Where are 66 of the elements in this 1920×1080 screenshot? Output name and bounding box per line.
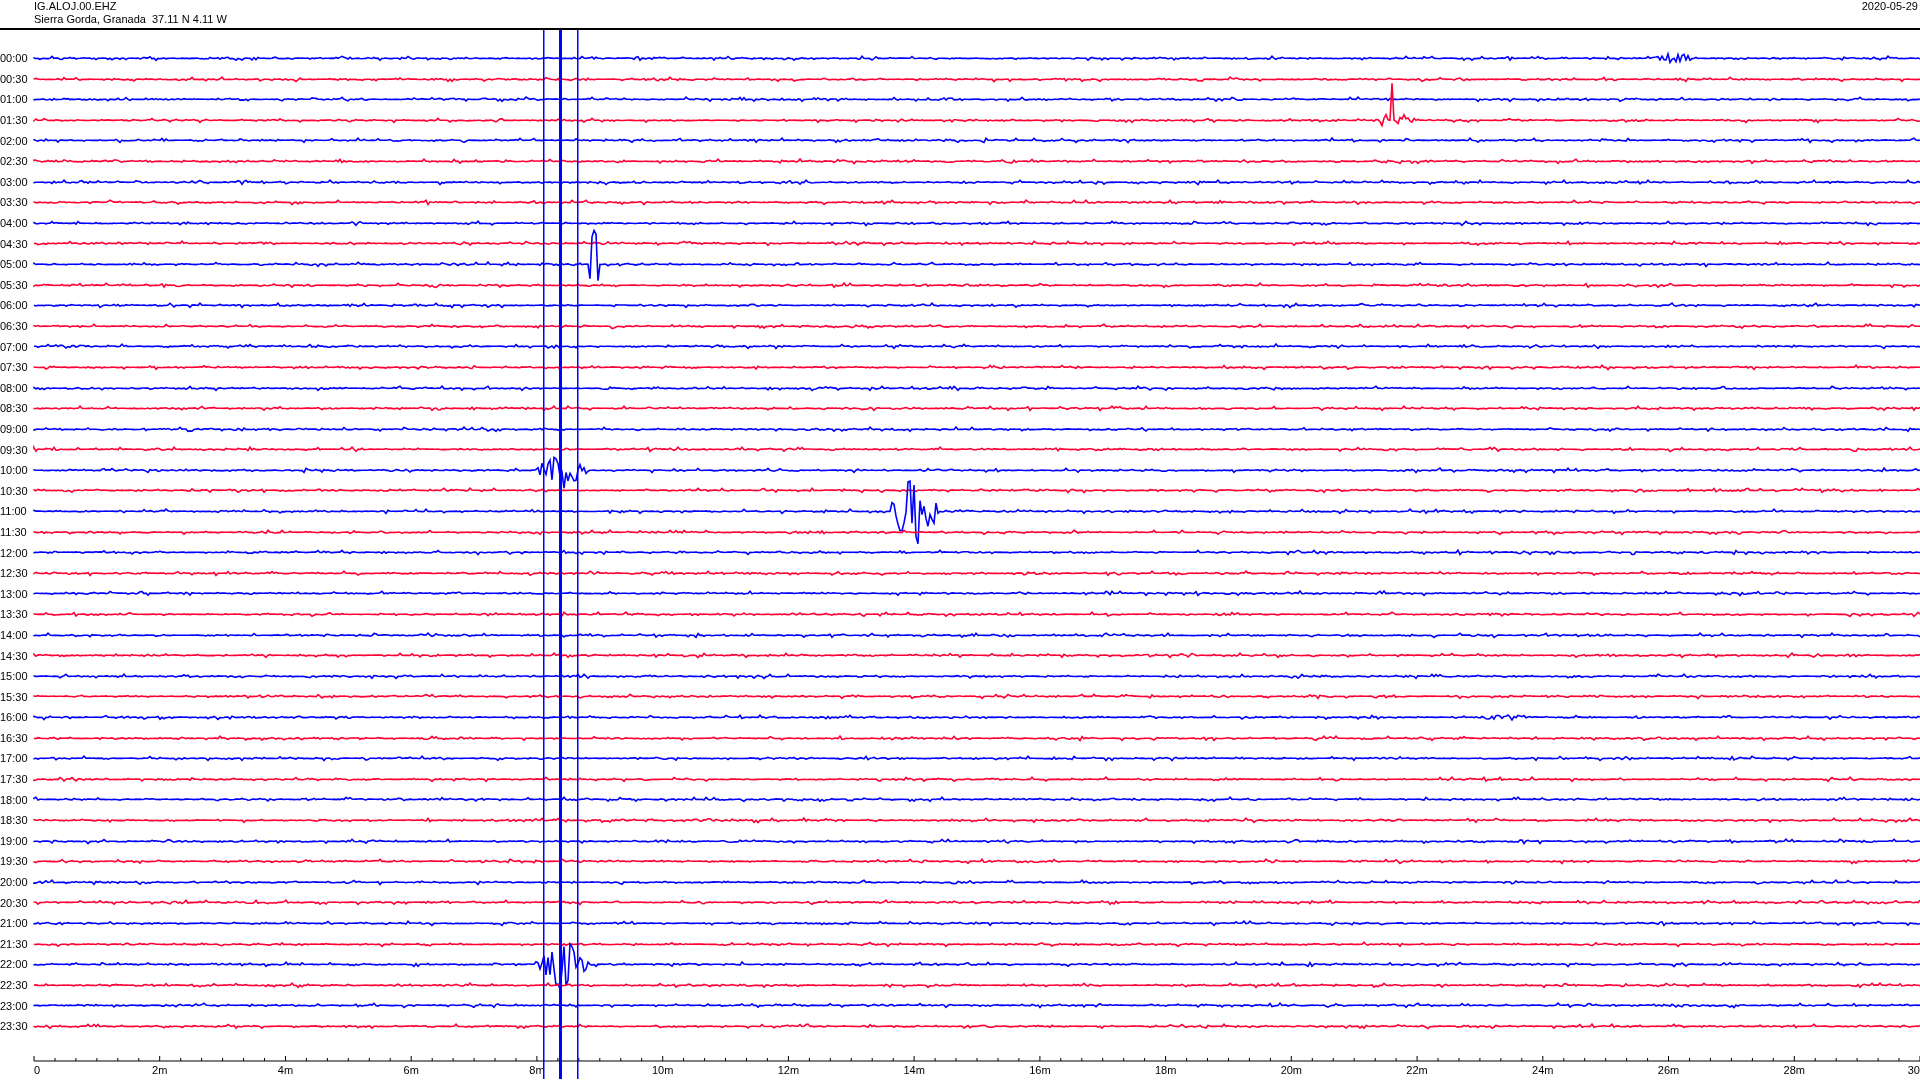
time-label: 11:30 [0, 525, 28, 538]
time-label: 07:00 [0, 340, 29, 353]
time-label: 14:00 [0, 628, 29, 641]
time-label: 16:00 [0, 711, 29, 724]
date-label: 2020-05-29 [1861, 0, 1919, 14]
axis-tick-label: 20m [1280, 1063, 1303, 1076]
time-label: 01:00 [0, 93, 29, 106]
time-label: 04:30 [0, 237, 29, 250]
axis-tick-label: 28m [1783, 1063, 1805, 1076]
axis-tick-label: 30 [1907, 1063, 1920, 1076]
time-label: 20:30 [0, 896, 29, 909]
time-label: 22:00 [0, 958, 29, 971]
time-label: 03:00 [0, 175, 29, 188]
axis-tick-label: 6m [403, 1063, 419, 1076]
time-label: 10:30 [0, 484, 29, 497]
axis-tick-label: 12m [777, 1063, 800, 1076]
time-label: 13:30 [0, 608, 29, 621]
time-label: 13:00 [0, 587, 29, 600]
axis-tick-label: 0 [34, 1063, 41, 1076]
time-label: 03:30 [0, 196, 29, 209]
time-label: 15:00 [0, 670, 29, 683]
time-label: 00:00 [0, 52, 29, 65]
time-label: 00:30 [0, 72, 29, 85]
time-label: 09:30 [0, 443, 29, 456]
axis-tick-label: 2m [152, 1063, 168, 1076]
time-label: 05:30 [0, 278, 29, 291]
time-label: 19:30 [0, 855, 29, 868]
time-label: 07:30 [0, 361, 29, 374]
time-label: 01:30 [0, 114, 29, 127]
time-label: 18:00 [0, 793, 29, 806]
time-label: 17:30 [0, 773, 29, 786]
axis-tick-label: 16m [1029, 1063, 1051, 1076]
axis-tick-label: 14m [903, 1063, 925, 1076]
time-label: 06:30 [0, 320, 29, 332]
time-label: 14:30 [0, 649, 29, 662]
time-label: 06:00 [0, 299, 29, 312]
axis-tick-label: 22m [1406, 1063, 1428, 1076]
time-label: 20:00 [0, 876, 29, 889]
time-label: 19:00 [0, 834, 29, 847]
time-label: 12:30 [0, 567, 29, 580]
time-label: 23:30 [0, 1020, 29, 1033]
time-label: 08:30 [0, 402, 29, 415]
time-label: 18:30 [0, 814, 29, 827]
time-label: 15:30 [0, 690, 29, 703]
axis-tick-label: 18m [1154, 1063, 1177, 1076]
time-label: 02:30 [0, 155, 29, 168]
station-location: Sierra Gorda, Granada 37.11 N 4.11 W [34, 13, 227, 26]
time-label: 12:00 [0, 546, 29, 559]
station-code: IG.ALOJ.00.EHZ [34, 0, 118, 13]
time-label: 04:00 [0, 217, 29, 230]
axis-tick-label: 10m [651, 1063, 674, 1076]
time-label: 11:00 [0, 505, 28, 518]
time-label: 17:00 [0, 752, 29, 765]
time-label: 21:00 [0, 917, 29, 930]
time-label: 16:30 [0, 731, 29, 744]
axis-tick-label: 4m [277, 1063, 294, 1076]
time-label: 23:00 [0, 999, 29, 1012]
time-label: 21:30 [0, 937, 29, 950]
axis-tick-label: 24m [1532, 1063, 1554, 1076]
time-label: 08:00 [0, 381, 29, 394]
time-label: 22:30 [0, 979, 29, 991]
axis-tick-label: 26m [1657, 1063, 1680, 1076]
time-label: 09:00 [0, 423, 29, 435]
time-label: 05:00 [0, 258, 29, 271]
time-label: 10:00 [0, 464, 29, 477]
time-label: 02:00 [0, 134, 29, 147]
